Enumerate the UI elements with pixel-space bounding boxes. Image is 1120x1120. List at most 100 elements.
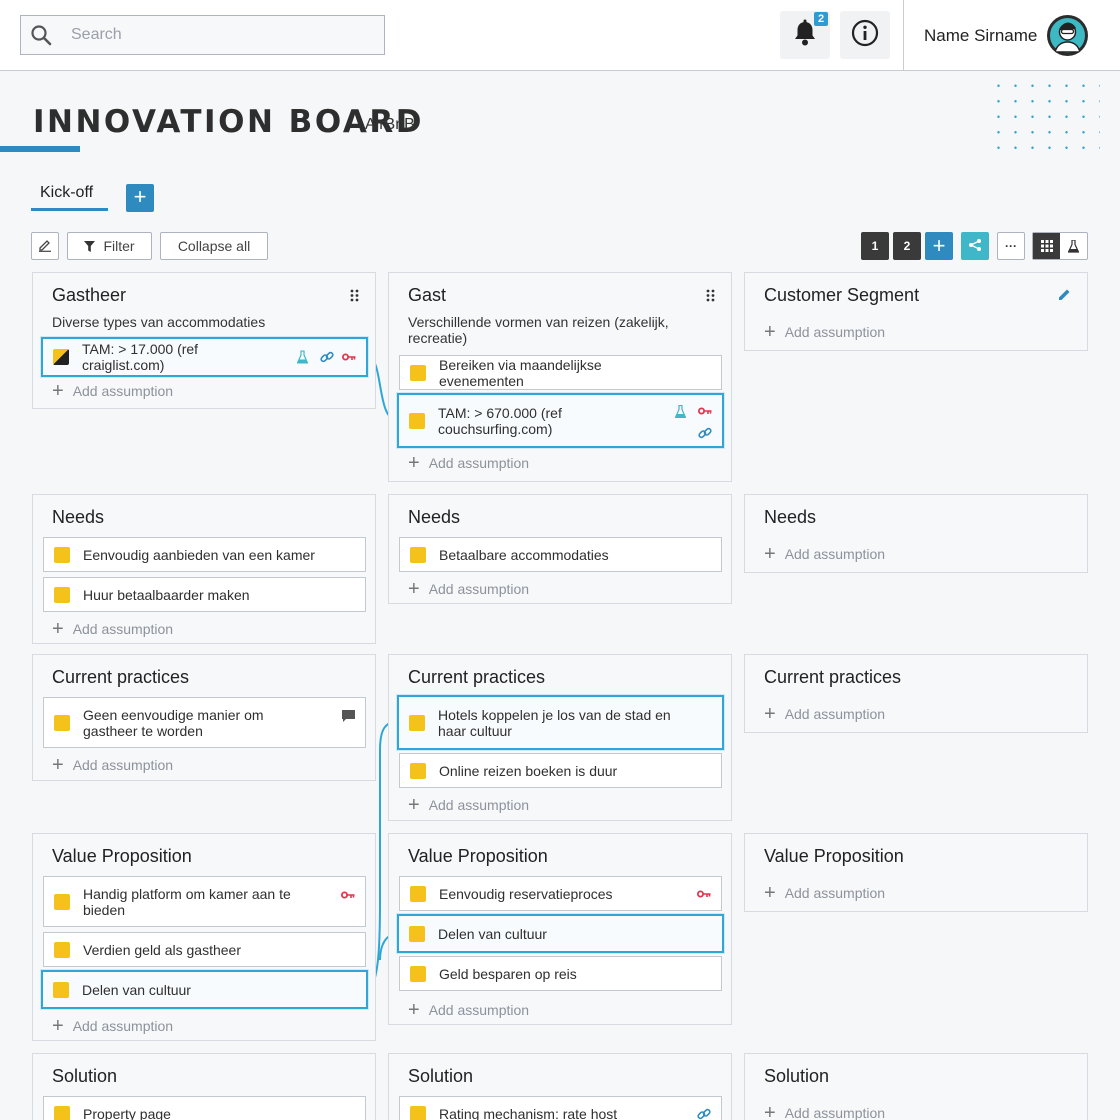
plus-icon: + <box>52 754 64 776</box>
assumption-text: Property page <box>83 1105 171 1120</box>
assumption-item[interactable]: Geen eenvoudige manier om gastheer te wo… <box>43 697 366 748</box>
card-title: Customer Segment <box>764 285 920 305</box>
key-icon[interactable] <box>341 891 355 899</box>
add-assumption-button[interactable]: + Add assumption <box>764 322 885 342</box>
add-assumption-label: Add assumption <box>72 757 174 773</box>
assumption-text: Huur betaalbaarder maken <box>83 586 250 603</box>
sticky-color-swatch <box>54 714 70 731</box>
assumption-text: Geen eenvoudige manier om gastheer te wo… <box>83 706 264 739</box>
assumption-item[interactable]: Rating mechanism: rate host <box>399 1096 722 1120</box>
add-assumption-button[interactable]: + Add assumption <box>764 882 885 904</box>
flask-icon[interactable] <box>675 405 686 418</box>
assumption-text: Online reizen boeken is duur <box>439 762 618 779</box>
card-current-practices[interactable]: Current practices Geen eenvoudige manier… <box>32 654 376 781</box>
assumption-text: Bereiken via maandelijkse evenementen <box>439 356 602 389</box>
assumption-text: Delen van cultuur <box>438 925 547 942</box>
sticky-color-swatch <box>409 714 425 731</box>
assumption-item[interactable]: Hotels koppelen je los van de stad en ha… <box>397 695 724 750</box>
card-value-proposition[interactable]: Value Proposition Handig platform om kam… <box>32 833 376 1041</box>
add-assumption-label: Add assumption <box>428 797 530 813</box>
sticky-color-swatch <box>54 1105 70 1120</box>
key-icon[interactable] <box>697 890 711 898</box>
card-current-practices[interactable]: Current practices + Add assumption <box>744 654 1088 733</box>
card-gastheer[interactable]: Gastheer Diverse types van accommodaties… <box>32 272 376 409</box>
drag-handle-icon[interactable] <box>350 289 359 307</box>
add-assumption-label: Add assumption <box>428 1002 530 1018</box>
card-needs[interactable]: Needs Betaalbare accommodaties + Add assu… <box>388 494 732 604</box>
assumption-item[interactable]: Eenvoudig aanbieden van een kamer <box>43 537 366 572</box>
sticky-color-swatch <box>53 981 69 998</box>
card-solution[interactable]: Solution Property page <box>32 1053 376 1120</box>
add-assumption-button[interactable]: + Add assumption <box>764 704 886 724</box>
sticky-color-swatch <box>410 762 426 779</box>
link-icon[interactable] <box>320 350 334 364</box>
plus-icon: + <box>52 618 64 640</box>
plus-icon: + <box>52 380 64 402</box>
sticky-color-swatch <box>53 349 69 365</box>
card-needs[interactable]: Needs Eenvoudig aanbieden van een kamer … <box>32 494 376 644</box>
assumption-item[interactable]: Verdien geld als gastheer <box>43 932 366 967</box>
sticky-color-swatch <box>409 412 425 429</box>
card-title: Current practices <box>764 667 902 687</box>
assumption-item[interactable]: Eenvoudig reservatieproces <box>399 876 722 911</box>
add-assumption-button[interactable]: + Add assumption <box>764 543 885 565</box>
assumption-item[interactable]: Online reizen boeken is duur <box>399 753 722 788</box>
key-icon[interactable] <box>698 407 712 415</box>
assumption-text: Rating mechanism: rate host <box>439 1105 618 1120</box>
assumption-item[interactable]: Delen van cultuur <box>41 970 368 1009</box>
add-assumption-label: Add assumption <box>428 581 530 597</box>
plus-icon: + <box>764 882 776 904</box>
comment-icon[interactable] <box>342 710 355 722</box>
plus-icon: + <box>764 543 776 565</box>
add-assumption-button[interactable]: + Add assumption <box>52 1016 173 1036</box>
add-assumption-button[interactable]: + Add assumption <box>52 380 173 402</box>
add-assumption-button[interactable]: + Add assumption <box>408 795 530 815</box>
sticky-color-swatch <box>54 941 70 958</box>
add-assumption-button[interactable]: + Add assumption <box>408 1000 530 1020</box>
card-title: Value Proposition <box>764 846 904 866</box>
card-title: Solution <box>408 1066 474 1086</box>
add-assumption-button[interactable]: + Add assumption <box>764 1102 886 1120</box>
add-assumption-label: Add assumption <box>784 706 886 722</box>
card-value-proposition[interactable]: Value Proposition + Add assumption <box>744 833 1088 912</box>
key-icon[interactable] <box>342 353 356 361</box>
assumption-text: TAM: > 17.000 (ref craiglist.com) <box>82 341 199 373</box>
card-title: Current practices <box>52 667 190 687</box>
add-assumption-button[interactable]: + Add assumption <box>408 578 530 600</box>
plus-icon: + <box>764 1102 776 1120</box>
card-gast[interactable]: Gast Verschillende vormen van reizen (za… <box>388 272 732 482</box>
add-assumption-label: Add assumption <box>784 1105 886 1120</box>
card-needs[interactable]: Needs + Add assumption <box>744 494 1088 573</box>
flask-icon[interactable] <box>297 350 308 364</box>
add-assumption-button[interactable]: + Add assumption <box>52 754 174 776</box>
card-title: Value Proposition <box>408 846 548 866</box>
link-icon[interactable] <box>697 1107 711 1120</box>
assumption-item[interactable]: Handig platform om kamer aan te bieden <box>43 876 366 927</box>
card-title: Needs <box>52 507 105 527</box>
add-assumption-button[interactable]: + Add assumption <box>52 618 173 640</box>
pencil-icon[interactable] <box>1058 288 1071 306</box>
card-title: Solution <box>52 1066 118 1086</box>
sticky-color-swatch <box>410 364 426 381</box>
card-solution[interactable]: Solution + Add assumption <box>744 1053 1088 1120</box>
assumption-item[interactable]: Huur betaalbaarder maken <box>43 577 366 612</box>
assumption-item[interactable]: TAM: > 670.000 (ref couchsurfing.com) <box>397 393 724 448</box>
drag-handle-icon[interactable] <box>706 289 715 307</box>
card-title: Gastheer <box>52 285 127 305</box>
card-current-practices[interactable]: Current practices Hotels koppelen je los… <box>388 654 732 821</box>
assumption-item[interactable]: Delen van cultuur <box>397 914 724 953</box>
link-icon[interactable] <box>698 426 712 440</box>
card-customer-segment[interactable]: Customer Segment + Add assumption <box>744 272 1088 351</box>
card-title: Needs <box>408 507 461 527</box>
sticky-color-swatch <box>410 546 426 563</box>
assumption-item[interactable]: TAM: > 17.000 (ref craiglist.com) <box>41 337 368 377</box>
assumption-item[interactable]: Geld besparen op reis <box>399 956 722 991</box>
add-assumption-button[interactable]: + Add assumption <box>408 453 529 473</box>
assumption-item[interactable]: Betaalbare accommodaties <box>399 537 722 572</box>
assumption-item[interactable]: Property page <box>43 1096 366 1120</box>
card-value-proposition[interactable]: Value Proposition Eenvoudig reservatiepr… <box>388 833 732 1025</box>
plus-icon: + <box>408 578 420 600</box>
assumption-item[interactable]: Bereiken via maandelijkse evenementen <box>399 355 722 390</box>
card-title: Current practices <box>408 667 546 687</box>
card-solution[interactable]: Solution Rating mechanism: rate host <box>388 1053 732 1120</box>
